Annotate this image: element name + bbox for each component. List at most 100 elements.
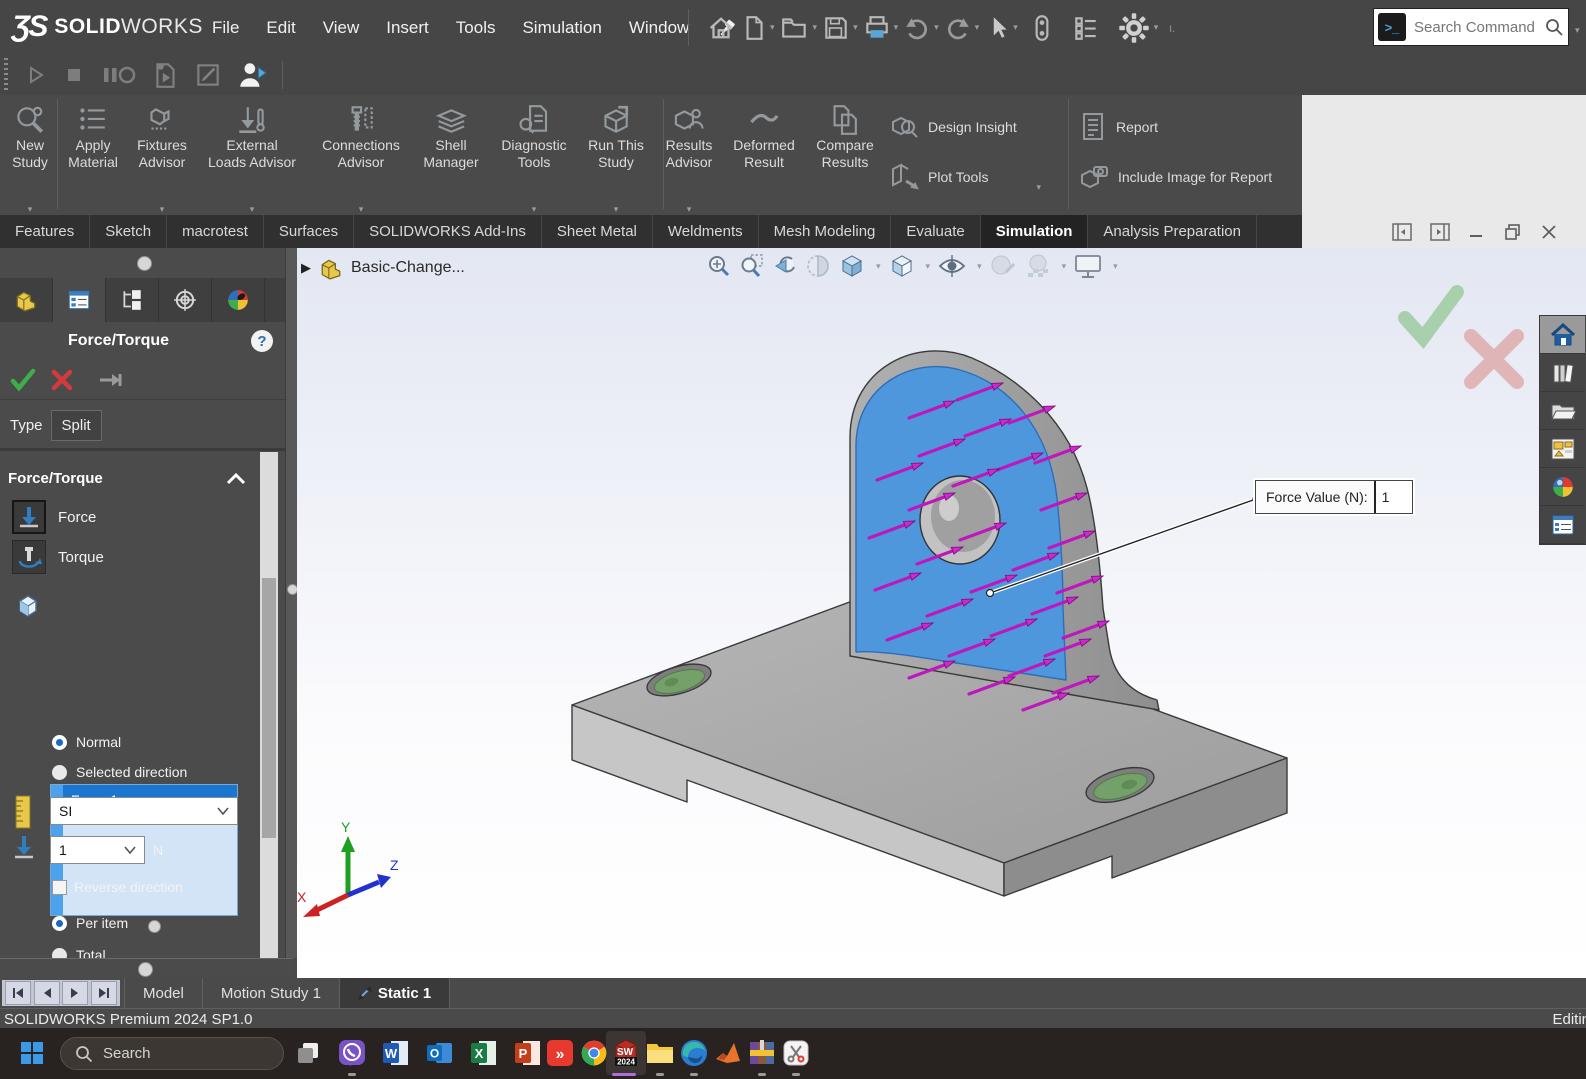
report-button[interactable]: Report	[1078, 111, 1158, 143]
menu-insert[interactable]: Insert	[386, 18, 429, 38]
file-explorer-button[interactable]	[1540, 392, 1585, 430]
previous-tab-button[interactable]	[34, 981, 60, 1005]
tab-static-1[interactable]: Static 1	[340, 978, 450, 1008]
results-advisor-button[interactable]: ResultsAdvisor ▾	[666, 95, 713, 221]
plot-tools-button[interactable]: Plot Tools ▾	[888, 161, 1041, 193]
tree-horizontal-splitter[interactable]	[0, 958, 293, 979]
restore-icon[interactable]	[1504, 223, 1522, 241]
dropdown-caret[interactable]: ▾	[1062, 261, 1067, 272]
dropdown-caret[interactable]: ▾	[1154, 22, 1159, 33]
scrollbar-thumb[interactable]	[262, 578, 276, 838]
menu-tools[interactable]: Tools	[456, 18, 496, 38]
fixtures-advisor-button[interactable]: FixturesAdvisor ▾	[137, 95, 187, 221]
splitter-knob[interactable]	[138, 962, 153, 977]
dropdown-caret[interactable]: ▾	[934, 22, 939, 33]
tab-feature-manager[interactable]	[0, 278, 53, 322]
run-macro-icon[interactable]	[152, 60, 180, 90]
new-study-button[interactable]: NewStudy ▾	[12, 95, 48, 221]
breadcrumb-part-name[interactable]: Basic-Change...	[351, 259, 465, 277]
edit-macro-icon[interactable]	[194, 60, 222, 90]
task-pane-home-button[interactable]	[1540, 316, 1585, 354]
radio-selected-direction[interactable]	[52, 765, 67, 780]
print-button[interactable]: ▾	[863, 14, 899, 42]
outlook-icon[interactable]: O	[420, 1031, 460, 1075]
dock-pane-left-icon[interactable]	[1392, 223, 1412, 241]
view-settings-icon[interactable]	[1073, 252, 1103, 280]
run-this-study-button[interactable]: Run ThisStudy ▾	[588, 95, 644, 221]
design-insight-button[interactable]: Design Insight	[888, 111, 1017, 143]
torque-button[interactable]	[12, 540, 46, 574]
tab-motion-study-1[interactable]: Motion Study 1	[203, 978, 340, 1008]
first-tab-button[interactable]	[5, 981, 31, 1005]
tab-surfaces[interactable]: Surfaces	[264, 215, 354, 248]
tab-weldments[interactable]: Weldments	[653, 215, 759, 248]
tab-features[interactable]: Features	[0, 215, 90, 248]
hide-show-items-icon[interactable]	[937, 253, 967, 279]
help-button[interactable]: ?	[251, 330, 273, 352]
redo-button[interactable]: ▾	[944, 14, 980, 42]
deformed-result-button[interactable]: DeformedResult	[733, 95, 794, 221]
task-view-button[interactable]	[288, 1031, 328, 1075]
new-document-button[interactable]: ▾	[741, 14, 775, 42]
splitter-knob[interactable]	[137, 256, 152, 271]
dropdown-caret[interactable]: ▾	[770, 22, 775, 33]
tab-analysis-preparation[interactable]: Analysis Preparation	[1088, 215, 1257, 248]
zoom-to-fit-icon[interactable]	[706, 253, 732, 279]
listbox-resize-knob[interactable]	[148, 920, 161, 933]
dropdown-caret[interactable]: ▾	[1113, 261, 1118, 272]
custom-properties-button[interactable]	[1540, 506, 1585, 544]
menu-file[interactable]: File	[212, 18, 239, 38]
tab-sheet-metal[interactable]: Sheet Metal	[542, 215, 653, 248]
dropdown-caret[interactable]: ▾	[1036, 182, 1041, 193]
tab-property-manager[interactable]	[53, 278, 106, 322]
view-palette-button[interactable]	[1540, 430, 1585, 468]
viber-icon[interactable]	[332, 1031, 372, 1075]
tab-mesh-modeling[interactable]: Mesh Modeling	[759, 215, 892, 248]
tab-simulation[interactable]: Simulation	[981, 215, 1089, 248]
force-button[interactable]	[12, 500, 46, 534]
dropdown-caret[interactable]: ▾	[1013, 22, 1018, 33]
tab-appearances-manager[interactable]	[212, 278, 265, 322]
menu-view[interactable]: View	[323, 18, 360, 38]
select-cursor-button[interactable]: ▾	[984, 14, 1018, 42]
graphics-area[interactable]: Y X Z ▶ Basic-Change... ▾ ▾ ▾ ▾	[297, 248, 1586, 978]
open-button[interactable]: ▾	[780, 14, 818, 42]
menu-edit[interactable]: Edit	[266, 18, 295, 38]
diagnostic-tools-button[interactable]: DiagnosticTools ▾	[501, 95, 566, 221]
callout-value-input[interactable]: 1	[1374, 481, 1412, 513]
expand-tree-arrow[interactable]: ▶	[301, 260, 311, 276]
tab-solidworks-add-ins[interactable]: SOLIDWORKS Add-Ins	[354, 215, 542, 248]
search-commands-input[interactable]	[1412, 18, 1544, 37]
toolbar-drag-handle[interactable]	[4, 58, 8, 92]
cancel-button[interactable]	[50, 368, 74, 392]
dropdown-caret[interactable]: ▾	[926, 261, 931, 272]
selection-toggle-button[interactable]	[1031, 13, 1053, 43]
word-icon[interactable]: W	[376, 1031, 416, 1075]
display-options-button[interactable]	[1072, 14, 1100, 42]
dropdown-caret[interactable]: ▾	[975, 22, 980, 33]
next-tab-button[interactable]	[62, 981, 88, 1005]
force-value-callout[interactable]: Force Value (N): 1	[1255, 480, 1413, 514]
tab-type[interactable]: Type	[10, 417, 43, 434]
collapse-chevron-icon[interactable]	[226, 473, 246, 485]
dropdown-caret[interactable]: ▾	[813, 22, 818, 33]
search-commands-box[interactable]: >_	[1373, 8, 1569, 46]
tab-macrotest[interactable]: macrotest	[167, 215, 264, 248]
unit-system-select[interactable]: SI	[50, 797, 238, 825]
radio-per-item[interactable]	[52, 916, 67, 931]
panel-scrollbar[interactable]	[260, 452, 278, 958]
dock-pane-right-icon[interactable]	[1430, 223, 1450, 241]
dropdown-caret[interactable]: ▾	[977, 261, 982, 272]
pause-record-icon[interactable]	[100, 63, 138, 87]
radio-normal[interactable]	[52, 735, 67, 750]
keep-visible-pin-button[interactable]	[98, 370, 124, 390]
last-tab-button[interactable]	[91, 981, 117, 1005]
include-image-for-report-button[interactable]: Include Image for Report	[1078, 161, 1272, 193]
confirm-cancel-icon[interactable]	[1471, 336, 1517, 382]
minimize-icon[interactable]	[1468, 223, 1486, 241]
force-value-input[interactable]: 1	[50, 836, 145, 864]
model-viewport[interactable]: Y X Z	[297, 248, 1586, 978]
display-style-icon[interactable]	[888, 252, 916, 280]
menu-window[interactable]: Window	[629, 18, 689, 38]
external-loads-advisor-button[interactable]: ExternalLoads Advisor ▾	[208, 95, 296, 221]
